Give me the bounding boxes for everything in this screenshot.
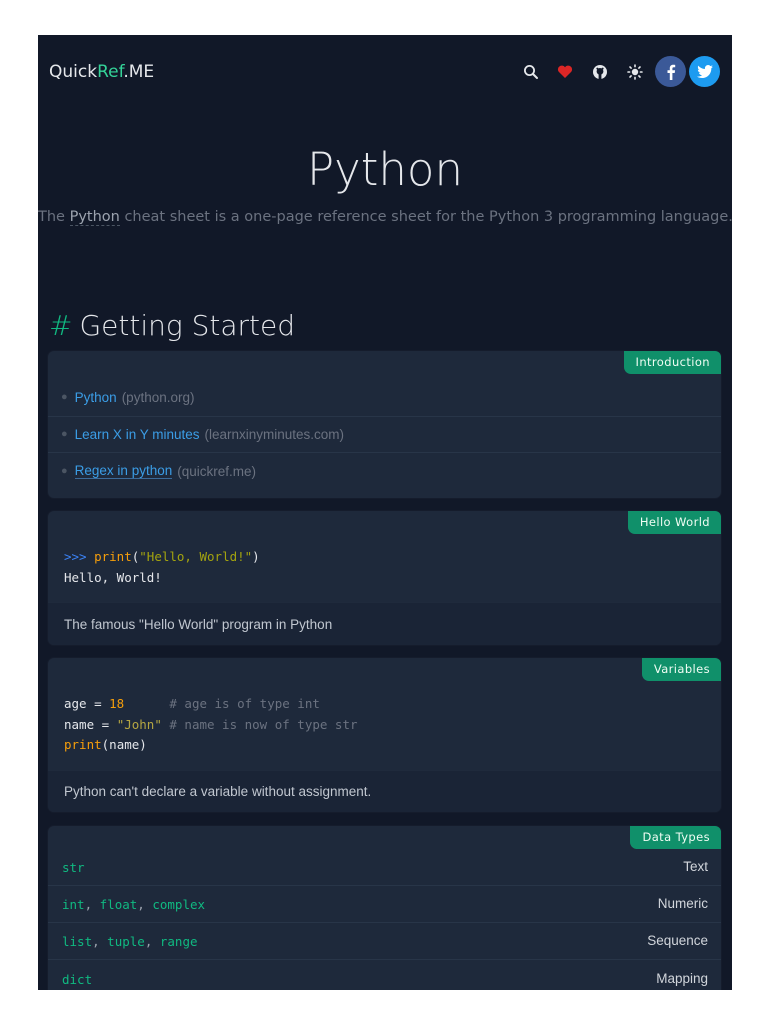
type-code: range — [159, 934, 198, 949]
code-string: "John" — [116, 716, 162, 732]
card-tag-data-types: Data Types — [630, 826, 721, 849]
code-text: name = — [64, 716, 117, 732]
bullet-icon: ● — [61, 428, 68, 440]
link-note: (python.org) — [121, 389, 195, 405]
data-types-card: Data Types str Text int, float, complex … — [48, 826, 721, 990]
code-output: Hello, World! — [64, 569, 162, 585]
logo-quick: Quick — [49, 62, 98, 82]
bullet-icon: ● — [61, 391, 68, 403]
type-codes: dict — [62, 969, 92, 988]
page-frame: QuickRef.ME Python The Python cheat shee… — [38, 35, 732, 990]
heart-icon[interactable] — [553, 60, 577, 84]
code-text: age = — [64, 696, 110, 711]
bullet-icon: ● — [61, 465, 68, 477]
twitter-share-button[interactable] — [689, 56, 720, 87]
code-comment: # name is now of type str — [161, 716, 358, 732]
page-title: Python — [307, 143, 463, 196]
type-category: Numeric — [657, 896, 708, 911]
logo-me: .ME — [123, 62, 155, 82]
type-category: Text — [683, 859, 708, 874]
desc-prefix: The — [38, 209, 70, 225]
card-footer: Python can't declare a variable without … — [48, 770, 721, 812]
page-description: The Python cheat sheet is a one-page ref… — [38, 209, 732, 226]
type-code: str — [62, 860, 85, 875]
type-code: tuple — [107, 934, 145, 949]
logo-ref: Ref — [97, 62, 124, 82]
facebook-share-button[interactable] — [655, 56, 686, 87]
section-getting-started: # Getting Started — [49, 309, 295, 342]
link-note: (learnxinyminutes.com) — [204, 426, 345, 442]
table-row: int, float, complex Numeric — [48, 885, 721, 922]
list-item: ● Python (python.org) — [48, 379, 721, 415]
twitter-icon — [696, 65, 713, 78]
link-regex-in-python[interactable]: Regex in python — [74, 463, 173, 479]
card-footer: The famous "Hello World" program in Pyth… — [48, 602, 721, 645]
section-anchor-hash[interactable]: # — [49, 309, 72, 342]
theme-toggle-sun-icon[interactable] — [623, 60, 647, 84]
facebook-icon — [667, 64, 675, 80]
code-fn: print — [94, 549, 132, 564]
search-icon[interactable] — [519, 60, 543, 84]
table-row: dict Mapping — [48, 960, 721, 990]
type-codes: str — [62, 857, 85, 876]
site-logo[interactable]: QuickRef.ME — [49, 62, 154, 82]
type-category: Sequence — [647, 933, 708, 948]
code-string: "Hello, World!" — [139, 549, 253, 564]
type-code: dict — [62, 972, 93, 987]
code-fn: print — [64, 737, 102, 752]
table-row: str Text — [48, 848, 721, 885]
type-codes: int, float, complex — [62, 897, 206, 912]
introduction-card: Introduction ● Python (python.org) ● Lea… — [48, 351, 721, 498]
card-tag-variables: Variables — [641, 658, 721, 681]
type-code: int — [62, 897, 85, 912]
list-item: ● Learn X in Y minutes (learnxinyminutes… — [48, 416, 721, 452]
table-row: list, tuple, range Sequence — [48, 922, 721, 959]
code-number: 18 — [109, 696, 125, 711]
link-python[interactable]: Python — [75, 390, 117, 405]
desc-python-keyword[interactable]: Python — [69, 209, 120, 226]
hello-world-card: Hello World >>> print("Hello, World!") H… — [48, 511, 721, 645]
desc-suffix: cheat sheet is a one-page reference shee… — [119, 209, 732, 225]
code-prompt: >>> — [64, 549, 95, 564]
link-learn-x-in-y[interactable]: Learn X in Y minutes — [75, 427, 200, 442]
code-paren: ) — [252, 549, 260, 564]
type-category: Mapping — [656, 971, 708, 986]
type-code: float — [99, 897, 138, 912]
list-item: ● Regex in python (quickref.me) — [48, 453, 721, 489]
type-codes: list, tuple, range — [62, 934, 198, 949]
code-comment: # age is of type int — [124, 696, 320, 711]
link-note: (quickref.me) — [177, 463, 256, 479]
code-text: (name) — [101, 737, 147, 752]
card-tag-hello-world: Hello World — [627, 511, 721, 534]
code-block: >>> print("Hello, World!") Hello, World! — [64, 547, 260, 588]
github-icon[interactable] — [588, 60, 612, 84]
type-code: list — [62, 934, 93, 949]
card-tag-introduction: Introduction — [623, 351, 721, 374]
variables-card: Variables age = 18 # age is of type int … — [48, 658, 721, 812]
type-code: complex — [152, 897, 206, 912]
code-block: age = 18 # age is of type int name = "Jo… — [64, 694, 358, 756]
section-title-text: Getting Started — [79, 309, 295, 342]
